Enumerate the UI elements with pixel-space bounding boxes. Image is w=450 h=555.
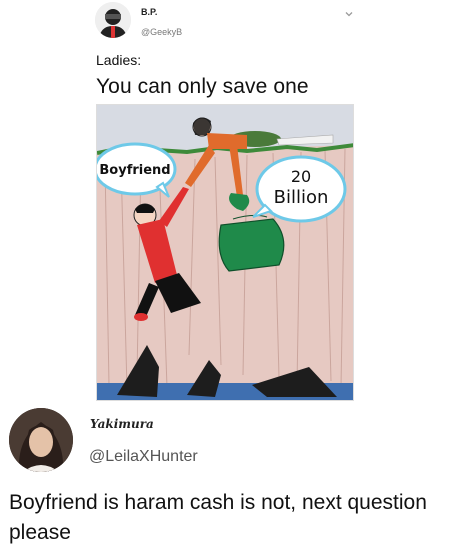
reply-author-name[interactable]: Yakimura: [90, 417, 154, 431]
meme-image[interactable]: Boyfriend 20 Billion: [96, 104, 354, 401]
author-handle[interactable]: @GeekyB: [141, 27, 182, 37]
chevron-down-icon[interactable]: [344, 9, 354, 19]
reply-avatar[interactable]: [9, 408, 73, 472]
tweet-headline: You can only save one: [96, 75, 309, 98]
author-name[interactable]: B.P.: [141, 7, 157, 17]
reply-author-handle[interactable]: @LeilaXHunter: [89, 448, 198, 466]
author-avatar[interactable]: [95, 2, 131, 38]
bubble-billion-word: Billion: [274, 187, 329, 208]
reply-post: Yakimura @LeilaXHunter Boyfriend is hara…: [0, 403, 450, 555]
bubble-billion-number: 20: [291, 167, 311, 186]
tweet-intro: Ladies:: [96, 52, 142, 68]
bubble-boyfriend-label: Boyfriend: [99, 163, 170, 178]
reply-text: Boyfriend is haram cash is not, next que…: [9, 491, 427, 544]
tweet-header: B.P. @GeekyB Ladies: You can only save o…: [0, 0, 450, 102]
crescent-moon-icon: [167, 416, 178, 431]
